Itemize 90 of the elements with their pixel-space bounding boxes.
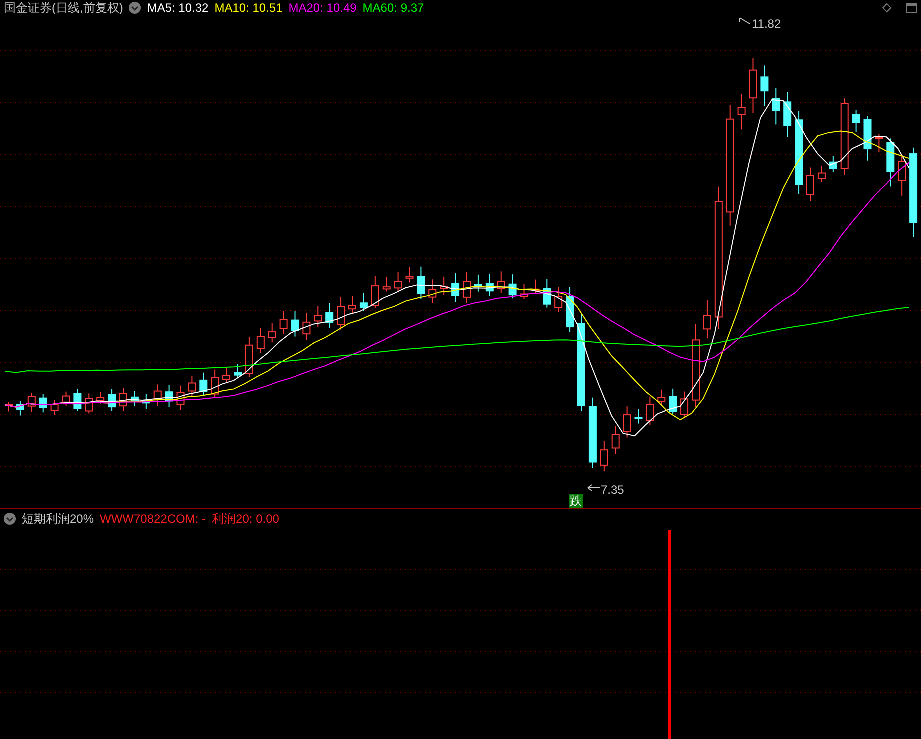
candlestick — [669, 388, 678, 415]
candlestick — [62, 391, 70, 406]
moving-average-value: MA5: 10.32 — [147, 2, 209, 14]
candlestick — [520, 284, 528, 300]
candlestick — [623, 406, 632, 438]
candlestick — [256, 328, 265, 354]
candlestick — [452, 273, 460, 303]
candlestick — [864, 116, 872, 162]
moving-average-value: MA60: 9.37 — [362, 2, 424, 14]
candlestick — [772, 88, 780, 126]
candlestick — [222, 367, 231, 383]
candlestick — [371, 276, 380, 309]
candlestick — [486, 273, 494, 297]
chart-title: 国金证券(日线,前复权) — [4, 2, 124, 14]
candlestick — [130, 390, 139, 407]
candlestick — [508, 274, 517, 300]
candlestick — [188, 375, 196, 397]
candlestick — [28, 392, 36, 413]
candlestick — [463, 271, 471, 304]
candlestick — [165, 384, 174, 408]
dropdown-icon[interactable] — [129, 2, 142, 14]
candlestick — [497, 271, 506, 294]
candlestick — [760, 65, 769, 106]
moving-average-value: MA20: 10.49 — [288, 2, 357, 14]
indicator-title: 短期利润20% — [22, 512, 94, 524]
candlestick — [749, 58, 758, 114]
candlestick — [612, 426, 620, 455]
candlestick — [120, 388, 128, 412]
candlestick — [348, 296, 356, 314]
candlestick — [554, 287, 563, 313]
candlestick — [108, 388, 116, 412]
candlestick — [406, 266, 414, 284]
candlestick — [600, 440, 608, 472]
candlestick — [268, 322, 276, 344]
candlestick — [337, 296, 346, 330]
candlestick — [852, 110, 860, 133]
candlestick — [234, 364, 242, 378]
candlestick — [818, 166, 826, 183]
candlestick — [200, 372, 208, 397]
candlestick — [658, 389, 666, 406]
candlestick — [16, 400, 24, 416]
pointer-arrow — [588, 484, 600, 492]
candlestick — [566, 287, 574, 333]
candlestick — [360, 292, 368, 312]
candlestick — [280, 310, 288, 335]
window-icon[interactable] — [906, 3, 917, 13]
indicator-formula: WWW70822COM: - — [100, 512, 206, 524]
candlestick — [142, 394, 150, 410]
candlestick — [176, 385, 185, 411]
candlestick — [886, 138, 895, 188]
candlestick — [703, 300, 712, 340]
signal-badge: 跌 — [569, 494, 583, 508]
high-price-label: 11.82 — [752, 18, 782, 30]
candlestick — [898, 156, 906, 196]
candlestick — [154, 384, 162, 406]
candlestick — [428, 279, 437, 304]
candlestick — [588, 397, 597, 469]
dropdown-icon[interactable] — [4, 512, 16, 524]
candlestick — [85, 393, 94, 414]
candlestick — [634, 408, 643, 424]
candlestick — [291, 310, 300, 338]
candlestick — [646, 396, 654, 426]
candlestick — [39, 394, 48, 414]
candlestick — [302, 312, 311, 341]
candlestick — [474, 274, 482, 292]
candlestick — [875, 134, 884, 154]
candlestick — [96, 392, 105, 404]
moving-average-value: MA10: 10.51 — [214, 2, 283, 14]
candlestick — [5, 402, 13, 412]
candlestick — [806, 167, 814, 202]
candlestick — [50, 400, 59, 416]
candlestick — [440, 276, 448, 296]
candlestick — [784, 92, 792, 138]
pointer-arrow — [740, 18, 750, 24]
candlestick — [532, 279, 540, 294]
diamond-icon[interactable] — [882, 3, 892, 13]
candlestick — [738, 94, 746, 130]
candlestick — [326, 302, 334, 329]
candlestick — [680, 391, 689, 418]
candlestick — [74, 388, 82, 412]
candlestick — [382, 276, 391, 292]
candlestick — [829, 156, 838, 173]
candlestick — [245, 336, 254, 378]
candlestick — [417, 266, 426, 300]
candlestick — [211, 369, 220, 398]
candlestick — [543, 278, 552, 308]
candlestick — [394, 271, 402, 292]
candlestick — [314, 306, 322, 328]
low-price-label: 7.35 — [601, 484, 624, 496]
indicator-value: 利润20: 0.00 — [212, 512, 280, 524]
